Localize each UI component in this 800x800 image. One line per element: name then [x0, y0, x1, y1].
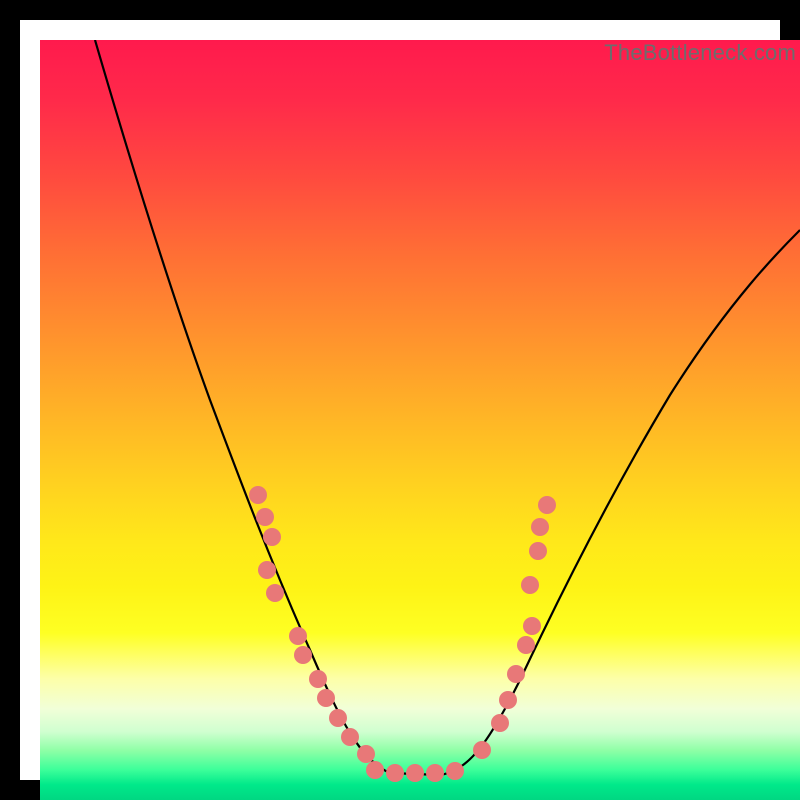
chart-frame: TheBottleneck.com: [0, 0, 800, 800]
marker-dot: [266, 584, 284, 602]
bottleneck-curve: [95, 40, 800, 775]
marker-dot: [406, 764, 424, 782]
marker-dot: [263, 528, 281, 546]
marker-dot: [491, 714, 509, 732]
marker-dot: [341, 728, 359, 746]
marker-dot: [249, 486, 267, 504]
marker-dot: [499, 691, 517, 709]
curve-layer: [40, 40, 800, 800]
marker-dot: [357, 745, 375, 763]
marker-group: [249, 486, 556, 782]
marker-dot: [386, 764, 404, 782]
marker-dot: [294, 646, 312, 664]
marker-dot: [446, 762, 464, 780]
marker-dot: [529, 542, 547, 560]
marker-dot: [473, 741, 491, 759]
marker-dot: [366, 761, 384, 779]
marker-dot: [329, 709, 347, 727]
marker-dot: [523, 617, 541, 635]
marker-dot: [521, 576, 539, 594]
marker-dot: [426, 764, 444, 782]
marker-dot: [258, 561, 276, 579]
marker-dot: [517, 636, 535, 654]
marker-dot: [289, 627, 307, 645]
marker-dot: [531, 518, 549, 536]
marker-dot: [538, 496, 556, 514]
marker-dot: [256, 508, 274, 526]
marker-dot: [507, 665, 525, 683]
marker-dot: [309, 670, 327, 688]
marker-dot: [317, 689, 335, 707]
plot-area: TheBottleneck.com: [40, 40, 800, 800]
